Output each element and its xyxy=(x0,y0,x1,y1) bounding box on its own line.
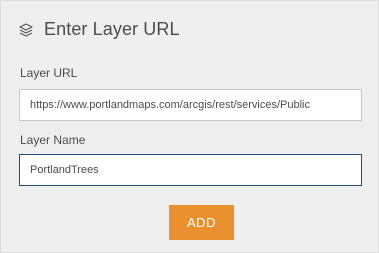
layers-icon xyxy=(18,22,34,38)
add-button[interactable]: ADD xyxy=(169,205,234,240)
panel-header: Enter Layer URL xyxy=(18,19,180,40)
layer-name-input[interactable] xyxy=(19,154,362,186)
layer-url-label: Layer URL xyxy=(20,66,78,80)
enter-layer-url-panel: Enter Layer URL Layer URL Layer Name ADD xyxy=(0,0,379,253)
layer-name-label: Layer Name xyxy=(20,133,86,147)
panel-title: Enter Layer URL xyxy=(44,19,180,39)
layer-url-input[interactable] xyxy=(19,89,362,121)
